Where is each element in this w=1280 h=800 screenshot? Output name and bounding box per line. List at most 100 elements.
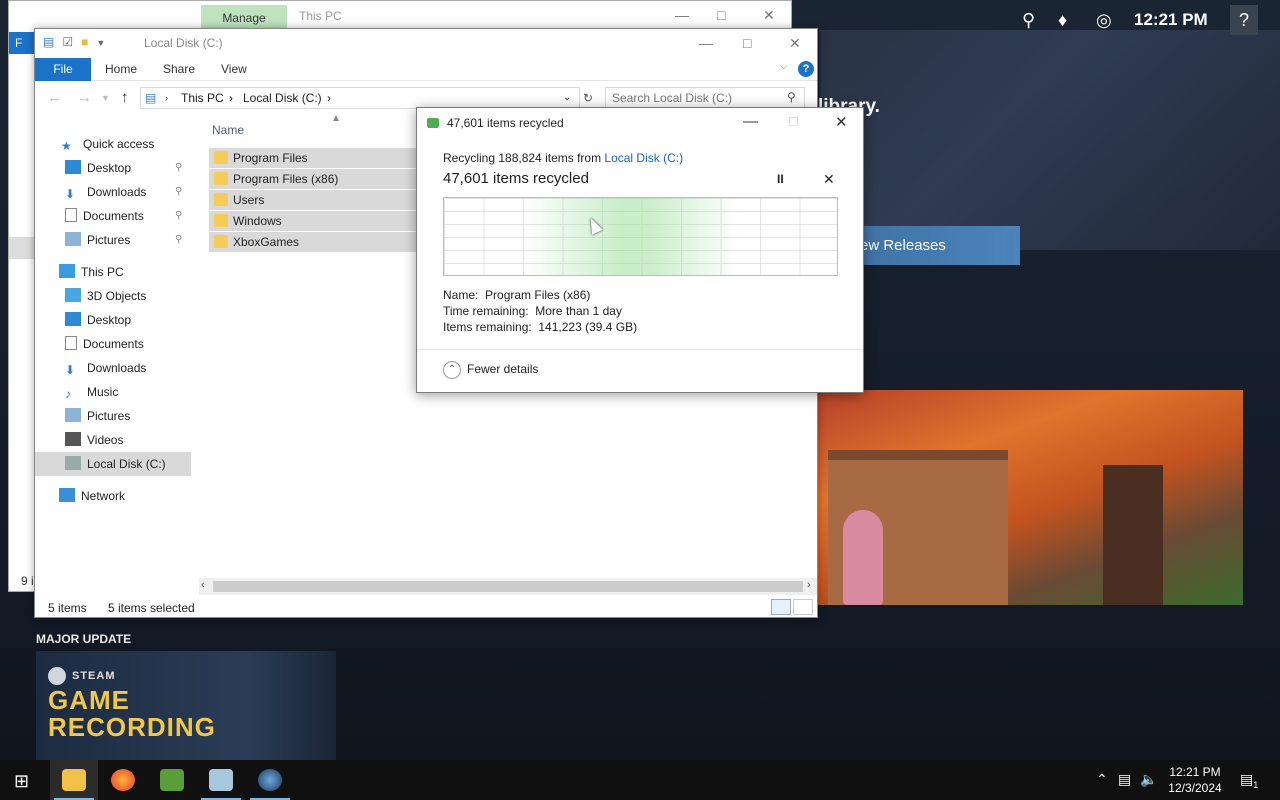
ribbon-expand-icon[interactable]: ⌵	[780, 61, 788, 72]
search-input[interactable]: Search Local Disk (C:)	[605, 87, 805, 109]
folder-icon	[214, 172, 228, 185]
back-arrow-icon[interactable]: ←	[47, 89, 62, 106]
maximize-icon[interactable]: □	[743, 35, 751, 51]
remote-desktop-icon	[209, 769, 233, 791]
scroll-left-icon[interactable]: ‹	[201, 579, 205, 591]
nav-desktop[interactable]: Desktop ⚲	[65, 157, 195, 179]
tab-file[interactable]: File	[35, 58, 91, 81]
minimize-icon[interactable]: —	[743, 113, 758, 130]
address-bar[interactable]: ▤ › This PC › Local Disk (C:) › ⌄	[140, 87, 580, 109]
refresh-icon[interactable]: ↻	[583, 91, 593, 105]
up-arrow-icon[interactable]: ↑	[121, 89, 129, 106]
maximize-icon[interactable]: □	[717, 7, 725, 23]
notification-center-icon[interactable]: ▤1	[1240, 771, 1258, 790]
picture-icon	[65, 408, 81, 422]
taskbar-file-explorer[interactable]	[50, 760, 98, 800]
breadcrumb-local-disk[interactable]: Local Disk (C:)	[243, 91, 322, 105]
volume-icon[interactable]: 🔈	[1140, 771, 1157, 788]
detail-value: 141,223 (39.4 GB)	[538, 320, 638, 334]
status-bar: 5 items 5 items selected	[35, 597, 817, 617]
chevron-down-icon[interactable]: ▼	[96, 35, 105, 49]
pause-button[interactable]: II	[777, 172, 784, 186]
new-folder-icon[interactable]: ■	[81, 35, 88, 49]
nav-music[interactable]: ♪ Music	[65, 381, 118, 403]
detail-label: Items remaining:	[443, 320, 532, 334]
windows-start-icon[interactable]: ⊞	[14, 771, 29, 792]
taskbar-minecraft[interactable]	[148, 760, 196, 800]
nav-pc-desktop[interactable]: Desktop	[65, 309, 131, 331]
steam-topbar: ⚲ ♦ ◎ 12:21 PM ?	[790, 0, 1280, 40]
steam-help-button[interactable]: ?	[1230, 5, 1258, 35]
breadcrumb-this-pc[interactable]: This PC	[181, 91, 224, 105]
file-row[interactable]: Program Files	[209, 148, 449, 168]
file-row[interactable]: XboxGames	[209, 232, 449, 252]
large-icons-view-icon[interactable]	[793, 599, 813, 615]
minimize-icon[interactable]: —	[675, 7, 689, 23]
folder-icon	[214, 214, 228, 227]
tab-share[interactable]: Share	[153, 58, 205, 81]
scrollbar-thumb[interactable]	[213, 581, 803, 592]
steam-clock: 12:21 PM	[1134, 10, 1208, 29]
close-icon[interactable]: ✕	[763, 7, 775, 24]
globe-icon[interactable]: ◎	[1096, 10, 1112, 31]
taskbar-remote-desktop[interactable]	[197, 760, 245, 800]
horizontal-scrollbar[interactable]: ‹ ›	[199, 578, 817, 595]
taskbar-clock[interactable]: 12:21 PM 12/3/2024	[1160, 764, 1230, 796]
recent-locations-icon[interactable]: ▼	[101, 93, 110, 103]
back-window-title: This PC	[299, 9, 342, 23]
back-file-tab[interactable]: F	[9, 32, 37, 54]
autumn-game-art[interactable]	[818, 390, 1243, 605]
nav-pc-downloads[interactable]: ⬇ Downloads	[65, 357, 146, 379]
minecraft-icon	[160, 769, 184, 791]
address-dropdown-icon[interactable]: ⌄	[563, 92, 571, 103]
help-button[interactable]: ?	[798, 61, 814, 77]
explorer-titlebar[interactable]: ▤ ☑ ■ ▼ Local Disk (C:) — □ ✕	[35, 29, 817, 59]
scroll-right-icon[interactable]: ›	[807, 579, 811, 591]
folder-icon	[62, 769, 86, 791]
search-icon[interactable]: ⚲	[1022, 10, 1035, 31]
nav-documents[interactable]: Documents ⚲	[65, 205, 195, 227]
fewer-details-button[interactable]: ⌃ Fewer details	[443, 361, 538, 379]
details-view-icon[interactable]	[771, 599, 791, 615]
tab-view[interactable]: View	[211, 58, 257, 81]
breadcrumb-chevron-icon[interactable]: ›	[327, 91, 331, 105]
forward-arrow-icon[interactable]: →	[77, 89, 92, 106]
file-row[interactable]: Windows	[209, 211, 449, 231]
nav-3d-objects[interactable]: 3D Objects	[65, 285, 146, 307]
recycle-progress-dialog[interactable]: 47,601 items recycled — □ ✕ Recycling 18…	[416, 107, 864, 393]
dialog-titlebar[interactable]: 47,601 items recycled — □ ✕	[417, 108, 863, 138]
nav-local-disk[interactable]: Local Disk (C:)	[65, 453, 166, 475]
file-row[interactable]: Program Files (x86)	[209, 169, 449, 189]
breadcrumb-chevron-icon[interactable]: ›	[165, 93, 168, 103]
properties-icon[interactable]: ☑	[62, 35, 73, 49]
nav-network[interactable]: Network	[59, 485, 125, 507]
close-icon[interactable]: ✕	[789, 35, 801, 52]
nav-videos[interactable]: Videos	[65, 429, 123, 451]
close-icon[interactable]: ✕	[835, 113, 848, 131]
cancel-button[interactable]: ✕	[823, 171, 835, 188]
nav-quick-access[interactable]: ★ Quick access	[61, 133, 154, 155]
file-row[interactable]: Users	[209, 190, 449, 210]
nav-downloads[interactable]: ⬇ Downloads ⚲	[65, 181, 195, 203]
tab-home[interactable]: Home	[95, 58, 147, 81]
nav-pc-pictures[interactable]: Pictures	[65, 405, 130, 427]
taskbar-steam[interactable]	[246, 760, 294, 800]
game-recording-card[interactable]: STEAM GAME RECORDING	[36, 651, 336, 760]
detail-items-remaining: Items remaining: 141,223 (39.4 GB)	[443, 320, 637, 334]
minimize-icon[interactable]: —	[699, 35, 713, 51]
column-header-name[interactable]: Name	[212, 123, 244, 137]
network-icon[interactable]: ▤	[1118, 771, 1131, 788]
back-nav-selection	[9, 237, 35, 259]
nav-this-pc[interactable]: This PC	[59, 261, 124, 283]
recycling-source-link[interactable]: Local Disk (C:)	[604, 151, 683, 165]
firefox-icon	[111, 769, 135, 791]
taskbar-firefox[interactable]	[99, 760, 147, 800]
breadcrumb-chevron-icon[interactable]: ›	[229, 91, 233, 105]
bell-icon[interactable]: ♦	[1058, 10, 1067, 31]
nav-pictures[interactable]: Pictures ⚲	[65, 229, 195, 251]
chevron-up-icon[interactable]: ⌃	[1096, 771, 1108, 788]
search-icon[interactable]: ⚲	[787, 90, 796, 104]
nav-pc-documents[interactable]: Documents	[65, 333, 144, 355]
desktop-icon	[65, 160, 81, 174]
file-name: XboxGames	[233, 235, 300, 249]
